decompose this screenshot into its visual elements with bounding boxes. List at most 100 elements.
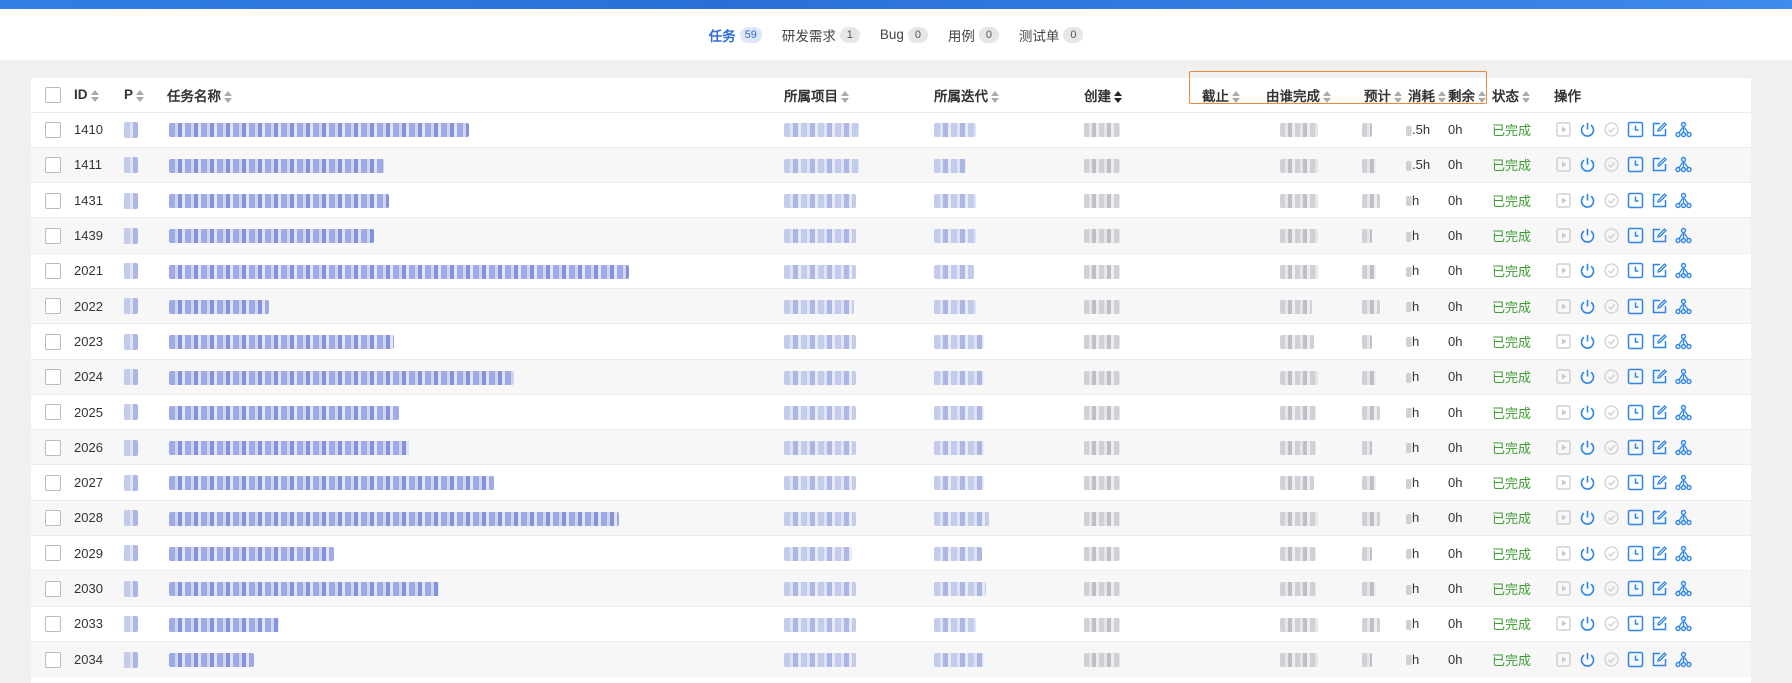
iteration-name[interactable]: [934, 546, 982, 561]
row-checkbox[interactable]: [45, 510, 61, 527]
finish-icon[interactable]: [1602, 261, 1621, 280]
record-effort-icon[interactable]: [1626, 508, 1645, 527]
edit-icon[interactable]: [1650, 473, 1669, 492]
start-icon[interactable]: [1554, 403, 1573, 422]
project-name[interactable]: [784, 405, 856, 420]
finish-icon[interactable]: [1602, 155, 1621, 174]
task-name-link[interactable]: [169, 511, 619, 526]
start-icon[interactable]: [1554, 650, 1573, 669]
finish-icon[interactable]: [1602, 297, 1621, 316]
edit-icon[interactable]: [1650, 226, 1669, 245]
project-name[interactable]: [784, 441, 856, 456]
record-effort-icon[interactable]: [1626, 226, 1645, 245]
edit-icon[interactable]: [1650, 579, 1669, 598]
table-row[interactable]: 2027 h 0h 已完成: [31, 464, 1751, 501]
col-status-header[interactable]: 状态: [1484, 78, 1554, 112]
edit-icon[interactable]: [1650, 614, 1669, 633]
iteration-name[interactable]: [934, 653, 984, 668]
edit-icon[interactable]: [1650, 650, 1669, 669]
close-icon[interactable]: [1578, 297, 1597, 316]
record-effort-icon[interactable]: [1626, 120, 1645, 139]
record-effort-icon[interactable]: [1626, 367, 1645, 386]
project-name[interactable]: [784, 335, 856, 350]
finish-icon[interactable]: [1602, 191, 1621, 210]
split-task-icon[interactable]: [1674, 155, 1693, 174]
split-task-icon[interactable]: [1674, 650, 1693, 669]
finish-icon[interactable]: [1602, 579, 1621, 598]
task-name-link[interactable]: [169, 194, 389, 209]
record-effort-icon[interactable]: [1626, 261, 1645, 280]
record-effort-icon[interactable]: [1626, 650, 1645, 669]
task-name-link[interactable]: [169, 476, 494, 491]
split-task-icon[interactable]: [1674, 508, 1693, 527]
table-row[interactable]: 2022 h 0h 已完成: [31, 287, 1751, 324]
finish-icon[interactable]: [1602, 332, 1621, 351]
edit-icon[interactable]: [1650, 508, 1669, 527]
record-effort-icon[interactable]: [1626, 297, 1645, 316]
project-name[interactable]: [784, 370, 856, 385]
table-row[interactable]: 2026 h 0h 已完成: [31, 429, 1751, 465]
edit-icon[interactable]: [1650, 367, 1669, 386]
iteration-name[interactable]: [934, 511, 989, 526]
col-finished-by-header[interactable]: 由谁完成: [1254, 78, 1352, 112]
close-icon[interactable]: [1578, 367, 1597, 386]
row-checkbox[interactable]: [45, 545, 61, 562]
split-task-icon[interactable]: [1674, 579, 1693, 598]
finish-icon[interactable]: [1602, 544, 1621, 563]
table-row[interactable]: 2030 h 0h 已完成: [31, 570, 1751, 607]
split-task-icon[interactable]: [1674, 544, 1693, 563]
split-task-icon[interactable]: [1674, 226, 1693, 245]
start-icon[interactable]: [1554, 508, 1573, 527]
record-effort-icon[interactable]: [1626, 191, 1645, 210]
record-effort-icon[interactable]: [1626, 614, 1645, 633]
task-name-link[interactable]: [169, 441, 409, 456]
split-task-icon[interactable]: [1674, 332, 1693, 351]
col-id-header[interactable]: ID: [74, 78, 124, 112]
close-icon[interactable]: [1578, 473, 1597, 492]
col-project-header[interactable]: 所属项目: [784, 78, 934, 112]
finish-icon[interactable]: [1602, 120, 1621, 139]
iteration-name[interactable]: [934, 476, 984, 491]
finish-icon[interactable]: [1602, 367, 1621, 386]
finish-icon[interactable]: [1602, 508, 1621, 527]
edit-icon[interactable]: [1650, 120, 1669, 139]
project-name[interactable]: [784, 617, 856, 632]
table-row[interactable]: 1431 h 0h 已完成: [31, 182, 1751, 218]
select-all-checkbox[interactable]: [45, 86, 61, 103]
iteration-name[interactable]: [934, 158, 966, 173]
finish-icon[interactable]: [1602, 473, 1621, 492]
start-icon[interactable]: [1554, 438, 1573, 457]
finish-icon[interactable]: [1602, 226, 1621, 245]
row-checkbox[interactable]: [45, 404, 61, 421]
close-icon[interactable]: [1578, 508, 1597, 527]
finish-icon[interactable]: [1602, 614, 1621, 633]
table-row[interactable]: 2028 h 0h 已完成: [31, 499, 1751, 536]
iteration-name[interactable]: [934, 582, 986, 597]
start-icon[interactable]: [1554, 261, 1573, 280]
edit-icon[interactable]: [1650, 544, 1669, 563]
task-name-link[interactable]: [169, 617, 279, 632]
col-created-header[interactable]: 创建: [1084, 78, 1194, 112]
col-estimate-header[interactable]: 预计: [1352, 78, 1402, 112]
record-effort-icon[interactable]: [1626, 438, 1645, 457]
split-task-icon[interactable]: [1674, 120, 1693, 139]
edit-icon[interactable]: [1650, 438, 1669, 457]
row-checkbox[interactable]: [45, 369, 61, 385]
col-consumed-header[interactable]: 消耗: [1400, 78, 1448, 112]
task-name-link[interactable]: [169, 158, 384, 173]
iteration-name[interactable]: [934, 123, 976, 138]
record-effort-icon[interactable]: [1626, 473, 1645, 492]
table-row[interactable]: 1411 .5h 0h 已完成: [31, 146, 1751, 183]
project-name[interactable]: [784, 653, 856, 668]
record-effort-icon[interactable]: [1626, 544, 1645, 563]
table-row[interactable]: 2033 h 0h 已完成: [31, 605, 1751, 642]
table-row[interactable]: 2024 h 0h 已完成: [31, 358, 1751, 395]
row-checkbox[interactable]: [45, 580, 61, 597]
edit-icon[interactable]: [1650, 261, 1669, 280]
start-icon[interactable]: [1554, 120, 1573, 139]
row-checkbox[interactable]: [45, 298, 61, 315]
col-pri-header[interactable]: P: [124, 78, 163, 112]
tab-testtask[interactable]: 测试单 0: [1019, 25, 1084, 45]
table-row[interactable]: 1439 h 0h 已完成: [31, 217, 1751, 254]
record-effort-icon[interactable]: [1626, 403, 1645, 422]
